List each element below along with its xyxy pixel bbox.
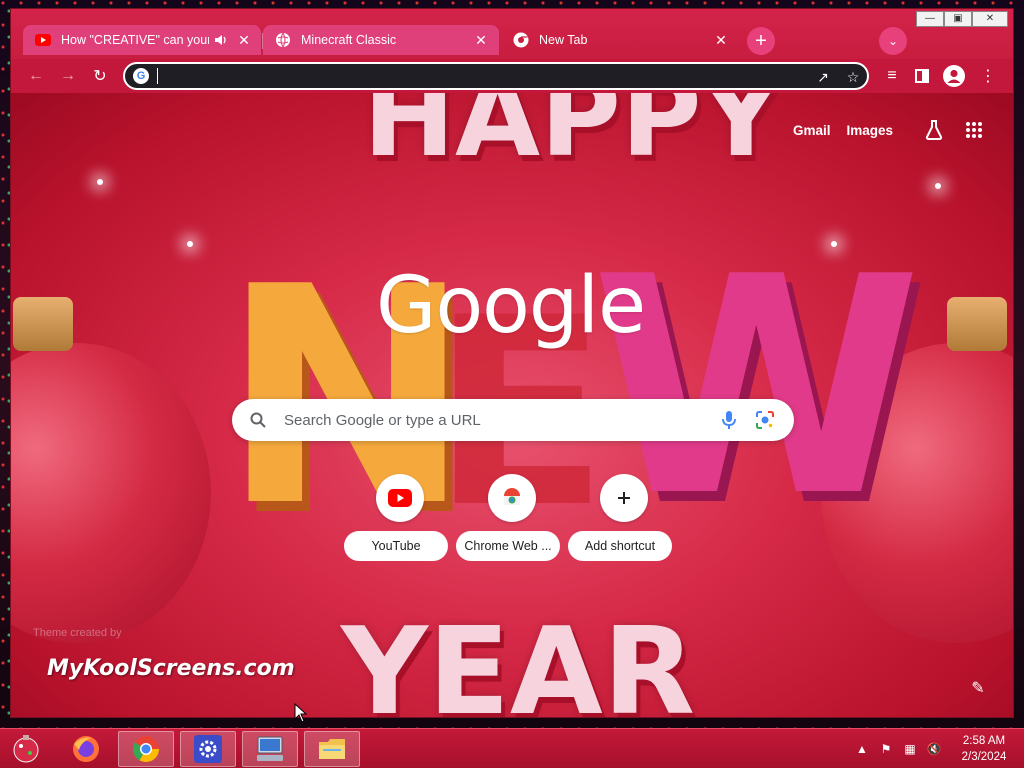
mouse-cursor-icon xyxy=(294,703,308,723)
youtube-icon xyxy=(376,474,424,522)
clock[interactable]: 2:58 AM 2/3/2024 xyxy=(952,733,1016,765)
address-input[interactable] xyxy=(159,66,799,86)
new-tab-page: HAPPY N E W YEAR Gmail Images Google xyxy=(11,93,1013,717)
profile-avatar-icon[interactable] xyxy=(941,63,967,89)
gmail-link[interactable]: Gmail xyxy=(793,123,831,138)
tab-title: New Tab xyxy=(539,33,588,47)
chrome-web-store-icon xyxy=(488,474,536,522)
show-hidden-icons-icon[interactable]: ▲ xyxy=(850,742,874,756)
address-bar[interactable]: G ↗ ☆ xyxy=(123,62,869,90)
sparkle xyxy=(935,183,941,189)
browser-window: — ▣ ✕ How "CREATIVE" can your m ✕ Minecr… xyxy=(11,9,1013,717)
voice-search-mic-icon[interactable] xyxy=(718,409,740,431)
taskbar: ▲ ⚑ ▦ 🔇 2:58 AM 2/3/2024 xyxy=(0,728,1024,768)
side-panel-icon[interactable] xyxy=(909,63,935,89)
chrome-icon xyxy=(513,32,529,48)
tab-new-tab[interactable]: New Tab ✕ xyxy=(501,25,739,55)
google-logo: Google xyxy=(376,261,646,351)
search-box[interactable] xyxy=(232,399,794,441)
ornament-cap-left xyxy=(13,297,73,351)
shortcut-label: Add shortcut xyxy=(568,531,672,561)
close-tab-icon[interactable]: ✕ xyxy=(471,30,491,50)
close-window-button[interactable]: ✕ xyxy=(972,11,1008,27)
reading-list-icon[interactable]: ≡ xyxy=(879,63,905,89)
forward-icon[interactable]: → xyxy=(55,63,81,89)
firefox-icon[interactable] xyxy=(58,731,114,767)
ornament-cap-right xyxy=(947,297,1007,351)
speaker-muted-icon[interactable]: 🔇 xyxy=(922,742,946,756)
back-icon[interactable]: ← xyxy=(23,63,49,89)
search-input[interactable] xyxy=(284,408,704,432)
globe-icon xyxy=(275,32,291,48)
ntp-header-links: Gmail Images xyxy=(793,115,989,145)
computer-icon[interactable] xyxy=(242,731,298,767)
chrome-icon[interactable] xyxy=(118,731,174,767)
tab-youtube[interactable]: How "CREATIVE" can your m ✕ xyxy=(23,25,261,55)
close-tab-icon[interactable]: ✕ xyxy=(711,30,731,50)
plus-icon xyxy=(600,474,648,522)
sparkle xyxy=(97,179,103,185)
search-icon xyxy=(248,410,268,430)
new-tab-button[interactable]: + xyxy=(747,27,775,55)
text-caret xyxy=(157,68,158,84)
labs-flask-icon[interactable] xyxy=(919,115,949,145)
google-lens-icon[interactable] xyxy=(754,409,776,431)
tab-title: How "CREATIVE" can your m xyxy=(61,33,209,47)
settings-gear-icon[interactable] xyxy=(180,731,236,767)
bookmark-star-icon[interactable]: ☆ xyxy=(843,67,863,87)
tab-title: Minecraft Classic xyxy=(301,33,397,47)
sparkle xyxy=(187,241,193,247)
share-icon[interactable]: ↗ xyxy=(813,67,833,87)
clock-time: 2:58 AM xyxy=(962,735,1006,747)
maximize-button[interactable]: ▣ xyxy=(944,11,972,27)
shortcut-chrome-web-store[interactable]: Chrome Web ... xyxy=(456,474,568,564)
theme-art-happy: HAPPY xyxy=(363,93,782,181)
shortcut-add[interactable]: Add shortcut xyxy=(568,474,680,564)
apps-grid-icon[interactable] xyxy=(959,115,989,145)
action-center-flag-icon[interactable]: ⚑ xyxy=(874,742,898,756)
close-tab-icon[interactable]: ✕ xyxy=(235,30,253,50)
reload-icon[interactable]: ↻ xyxy=(87,63,113,89)
start-ornament-icon[interactable] xyxy=(0,731,52,767)
system-tray: ▲ ⚑ ▦ 🔇 2:58 AM 2/3/2024 xyxy=(850,729,1024,768)
theme-watermark: MyKoolScreens.com xyxy=(47,656,295,681)
youtube-icon xyxy=(35,32,51,48)
toolbar: ← → ↻ G ↗ ☆ ≡ ⋮ xyxy=(11,59,1013,93)
tab-minecraft[interactable]: Minecraft Classic ✕ xyxy=(263,25,499,55)
network-icon[interactable]: ▦ xyxy=(898,742,922,756)
speaker-icon[interactable] xyxy=(213,32,229,48)
ornament-left xyxy=(11,343,211,643)
images-link[interactable]: Images xyxy=(846,123,893,138)
customize-pencil-icon[interactable]: ✎ xyxy=(965,675,991,701)
google-g-icon: G xyxy=(133,68,149,84)
clock-date: 2/3/2024 xyxy=(961,751,1007,763)
shortcut-youtube[interactable]: YouTube xyxy=(344,474,456,564)
shortcut-label: YouTube xyxy=(344,531,448,561)
theme-credit: Theme created by xyxy=(33,627,122,639)
shortcut-label: Chrome Web ... xyxy=(456,531,560,561)
tab-strip: — ▣ ✕ How "CREATIVE" can your m ✕ Minecr… xyxy=(11,9,1013,59)
file-explorer-icon[interactable] xyxy=(304,731,360,767)
tab-search-icon[interactable]: ⌄ xyxy=(879,27,907,55)
theme-art-year: YEAR xyxy=(341,603,696,717)
menu-kebab-icon[interactable]: ⋮ xyxy=(975,63,1001,89)
minimize-button[interactable]: — xyxy=(916,11,944,27)
